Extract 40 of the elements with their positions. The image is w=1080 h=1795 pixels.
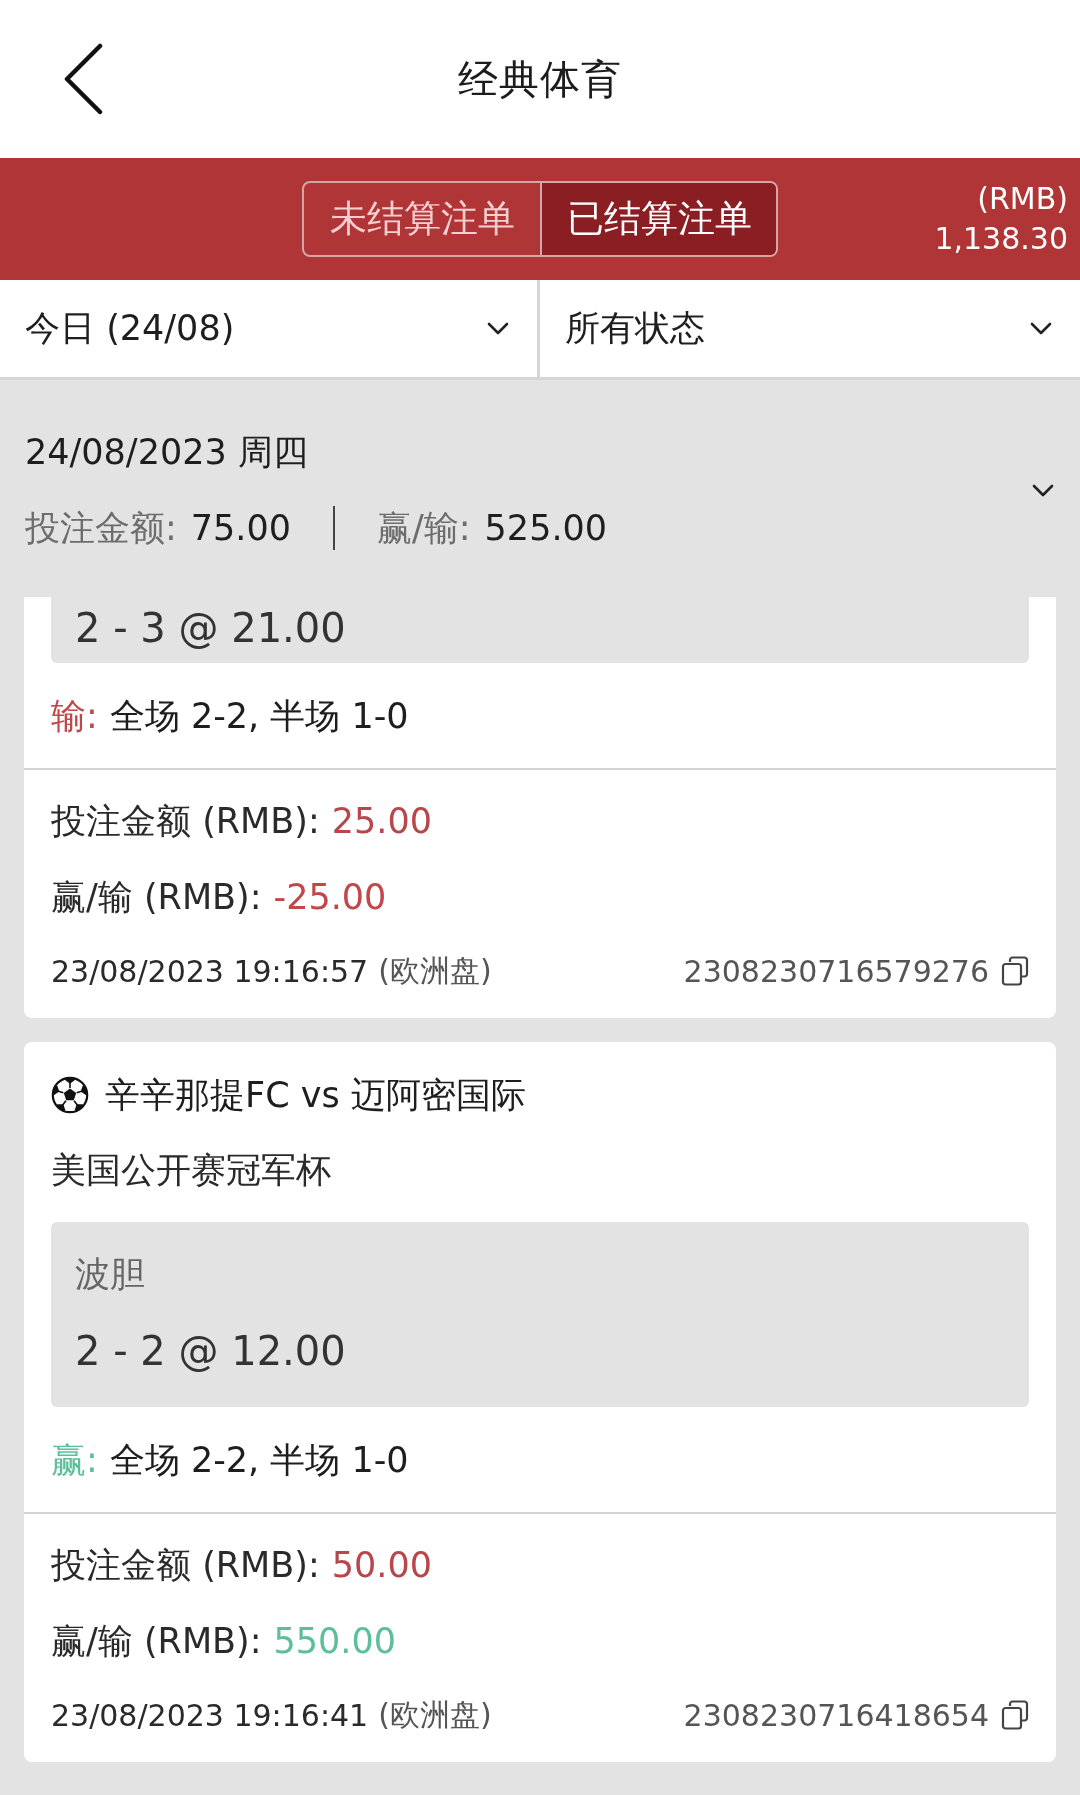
balance-amount: 1,138.30 <box>934 220 1068 258</box>
soccer-ball-icon <box>51 1076 89 1114</box>
currency-label: (RMB) <box>977 180 1068 218</box>
bet-id: 2308230716418654 <box>683 1697 989 1733</box>
tab[interactable]: 已结算注单 <box>540 183 776 255</box>
selection-odds: 2 - 2 @ 12.00 <box>75 1327 347 1376</box>
league-name: 美国公开赛冠军杯 <box>51 1149 332 1192</box>
summary-value: 525.00 <box>484 508 608 548</box>
stake-label: 投注金额 (RMB): <box>51 1543 320 1587</box>
summary-value: 75.00 <box>190 508 291 548</box>
result-label: 赢: <box>51 1438 98 1482</box>
market-name: 波胆 <box>75 1253 146 1296</box>
result-label: 输: <box>51 694 98 738</box>
selection-odds: 2 - 3 @ 21.00 <box>75 604 347 653</box>
chevron-icon[interactable] <box>1032 483 1054 497</box>
stake-amount: 50.00 <box>331 1545 432 1585</box>
chevron-icon <box>487 322 509 335</box>
copy-icon[interactable] <box>1001 1700 1029 1730</box>
page-title: 经典体育 <box>458 55 622 104</box>
chevron-icon <box>1030 322 1052 335</box>
bet-id: 2308230716579276 <box>683 953 989 989</box>
odds-type: (欧洲盘) <box>378 1695 492 1734</box>
win-loss-amount: -25.00 <box>273 877 387 917</box>
win-loss-label: 赢/输 (RMB): <box>51 1619 262 1663</box>
result-text: 全场 2-2, 半场 1-0 <box>109 1438 409 1482</box>
group-date: 24/08/2023 周四 <box>25 431 309 474</box>
match-title: 辛辛那提FC vs 迈阿密国际 <box>105 1074 526 1117</box>
tab[interactable]: 未结算注单 <box>304 183 540 255</box>
stake-label: 投注金额 (RMB): <box>51 799 320 843</box>
copy-icon[interactable] <box>1001 956 1029 986</box>
back-icon[interactable] <box>63 43 103 115</box>
win-loss-label: 赢/输 (RMB): <box>51 875 262 919</box>
win-loss-amount: 550.00 <box>273 1621 396 1661</box>
result-text: 全场 2-2, 半场 1-0 <box>109 694 409 738</box>
stake-amount: 25.00 <box>331 801 432 841</box>
summary-label: 投注金额: <box>25 506 177 550</box>
odds-type: (欧洲盘) <box>378 951 492 990</box>
summary-label: 赢/输: <box>377 506 471 550</box>
bet-time: 23/08/2023 19:16:57 <box>51 953 369 989</box>
bet-time: 23/08/2023 19:16:41 <box>51 1697 369 1733</box>
